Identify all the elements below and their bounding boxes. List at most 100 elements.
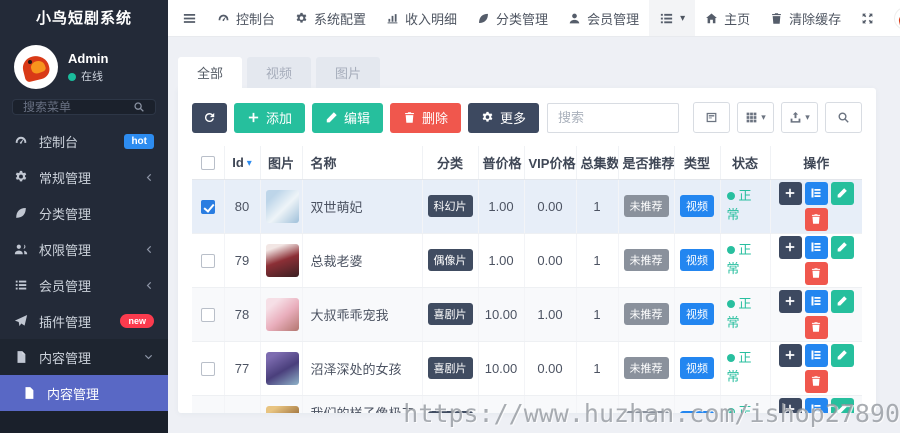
sidebar-subitem-content-manage[interactable]: 内容管理 xyxy=(0,375,168,411)
sort-desc-icon: ▾ xyxy=(246,157,252,169)
sidebar-item-permission[interactable]: 权限管理 xyxy=(0,231,168,267)
cell-price: 1.00 xyxy=(478,233,525,288)
table-row[interactable]: 76 我们的样子像极了爱情 偶像片 10.00 0.00 1 未推荐 视频 正常 xyxy=(192,395,862,413)
row-detail-button[interactable] xyxy=(804,289,828,313)
table-row[interactable]: 77 沼泽深处的女孩 喜剧片 10.00 0.00 1 未推荐 视频 正常 xyxy=(192,341,862,396)
nav-system-config[interactable]: 系统配置 xyxy=(285,0,376,36)
sidebar-item-plugin[interactable]: 插件管理 new xyxy=(0,303,168,339)
detail-view-icon xyxy=(705,111,718,124)
row-edit-button[interactable] xyxy=(830,397,854,413)
detail-view-button[interactable] xyxy=(693,102,730,133)
cell-episodes: 1 xyxy=(576,233,619,288)
list-alt-icon xyxy=(810,241,822,253)
sidebar-item-label: 会员管理 xyxy=(39,278,92,294)
tab-all[interactable]: 全部 xyxy=(178,57,243,88)
nav-member[interactable]: 会员管理 xyxy=(558,0,649,36)
nav-category[interactable]: 分类管理 xyxy=(467,0,558,36)
status-dot-icon xyxy=(726,246,735,255)
row-checkbox[interactable] xyxy=(200,307,215,322)
table-row[interactable]: 80 双世萌妃 科幻片 1.00 0.00 1 未推荐 视频 正常 xyxy=(192,179,862,234)
gauge-icon xyxy=(217,12,230,25)
col-id[interactable]: Id ▾ xyxy=(224,146,261,180)
plus-icon xyxy=(784,349,796,361)
cell-vip-price: 0.00 xyxy=(524,395,577,413)
row-add-button[interactable] xyxy=(778,181,802,205)
cell-episodes: 1 xyxy=(576,341,619,396)
sidebar-item-member[interactable]: 会员管理 xyxy=(0,267,168,303)
nav-income-detail[interactable]: 收入明细 xyxy=(376,0,467,36)
row-actions xyxy=(776,343,856,393)
search-button[interactable] xyxy=(825,102,862,133)
plus-icon xyxy=(784,295,796,307)
recommend-badge: 未推荐 xyxy=(623,303,669,325)
row-delete-button[interactable] xyxy=(804,207,828,231)
refresh-button[interactable] xyxy=(192,102,227,133)
cell-episodes: 1 xyxy=(576,287,619,342)
row-add-button[interactable] xyxy=(778,397,802,413)
edit-button[interactable]: 编辑 xyxy=(312,102,384,133)
search-icon xyxy=(837,111,850,124)
tab-bar: 全部 视频 图片 xyxy=(178,57,876,88)
trash-icon xyxy=(810,267,822,279)
row-add-button[interactable] xyxy=(778,343,802,367)
nav-dashboard[interactable]: 控制台 xyxy=(207,0,285,36)
row-edit-button[interactable] xyxy=(830,289,854,313)
button-label: 编辑 xyxy=(344,111,371,126)
sidebar-item-category[interactable]: 分类管理 xyxy=(0,195,168,231)
row-delete-button[interactable] xyxy=(804,369,828,393)
row-detail-button[interactable] xyxy=(804,397,828,413)
row-delete-button[interactable] xyxy=(804,315,828,339)
row-detail-button[interactable] xyxy=(804,343,828,367)
recommend-badge: 未推荐 xyxy=(623,249,669,271)
export-icon xyxy=(789,111,802,124)
row-detail-button[interactable] xyxy=(804,181,828,205)
sidebar-item-general[interactable]: 常规管理 xyxy=(0,159,168,195)
gauge-icon xyxy=(14,134,28,148)
nav-clear-cache[interactable]: 清除缓存 xyxy=(760,0,851,36)
menu-search-input[interactable] xyxy=(23,100,133,114)
row-add-button[interactable] xyxy=(778,235,802,259)
status-dot-icon xyxy=(726,354,735,363)
search-icon xyxy=(133,101,145,113)
row-checkbox[interactable] xyxy=(200,361,215,376)
tab-video[interactable]: 视频 xyxy=(247,57,312,88)
data-table: Id ▾ 图片 名称 分类 普价格 VIP价格 总集数 是否推荐 类型 状态 操作 xyxy=(192,146,862,413)
table-row[interactable]: 79 总裁老婆 偶像片 1.00 0.00 1 未推荐 视频 正常 xyxy=(192,233,862,288)
row-delete-button[interactable] xyxy=(804,261,828,285)
delete-button[interactable]: 删除 xyxy=(390,102,462,133)
status-badge: 正常 xyxy=(726,242,752,276)
table-search-input[interactable] xyxy=(547,102,679,133)
row-detail-button[interactable] xyxy=(804,235,828,259)
cell-vip-price: 0.00 xyxy=(524,179,577,234)
user-status: 在线 xyxy=(81,70,103,83)
nav-home[interactable]: 主页 xyxy=(695,0,760,36)
type-badge: 视频 xyxy=(680,303,714,325)
row-checkbox[interactable] xyxy=(200,253,215,268)
columns-button[interactable]: ▾ xyxy=(737,102,774,133)
row-checkbox[interactable] xyxy=(200,199,215,214)
avatar xyxy=(14,45,58,89)
row-add-button[interactable] xyxy=(778,289,802,313)
fullscreen-button[interactable] xyxy=(851,0,884,36)
chevron-left-icon xyxy=(143,280,154,291)
tab-image[interactable]: 图片 xyxy=(316,57,381,88)
gear-icon xyxy=(295,12,308,25)
row-edit-button[interactable] xyxy=(830,235,854,259)
sidebar-item-content[interactable]: 内容管理 xyxy=(0,339,168,375)
row-edit-button[interactable] xyxy=(830,181,854,205)
table-row[interactable]: 78 大叔乖乖宠我 喜剧片 10.00 1.00 1 未推荐 视频 正常 xyxy=(192,287,862,342)
list-alt-icon xyxy=(810,187,822,199)
row-edit-button[interactable] xyxy=(830,343,854,367)
cell-name: 我们的样子像极了爱情 xyxy=(302,395,423,413)
add-button[interactable]: 添加 xyxy=(234,102,306,133)
export-button[interactable]: ▾ xyxy=(781,102,818,133)
sidebar-item-label: 插件管理 xyxy=(39,314,92,330)
more-button[interactable]: 更多 xyxy=(468,102,540,133)
sidebar-item-dashboard[interactable]: 控制台 hot xyxy=(0,123,168,159)
thumbnail-image xyxy=(265,405,299,413)
cell-name: 总裁老婆 xyxy=(302,233,423,288)
select-all-checkbox[interactable] xyxy=(200,156,215,171)
nav-user-menu[interactable]: Admin xyxy=(884,0,900,36)
sidebar-toggle-button[interactable] xyxy=(172,0,207,36)
nav-dropdown-toggle[interactable]: ▾ xyxy=(649,0,696,36)
